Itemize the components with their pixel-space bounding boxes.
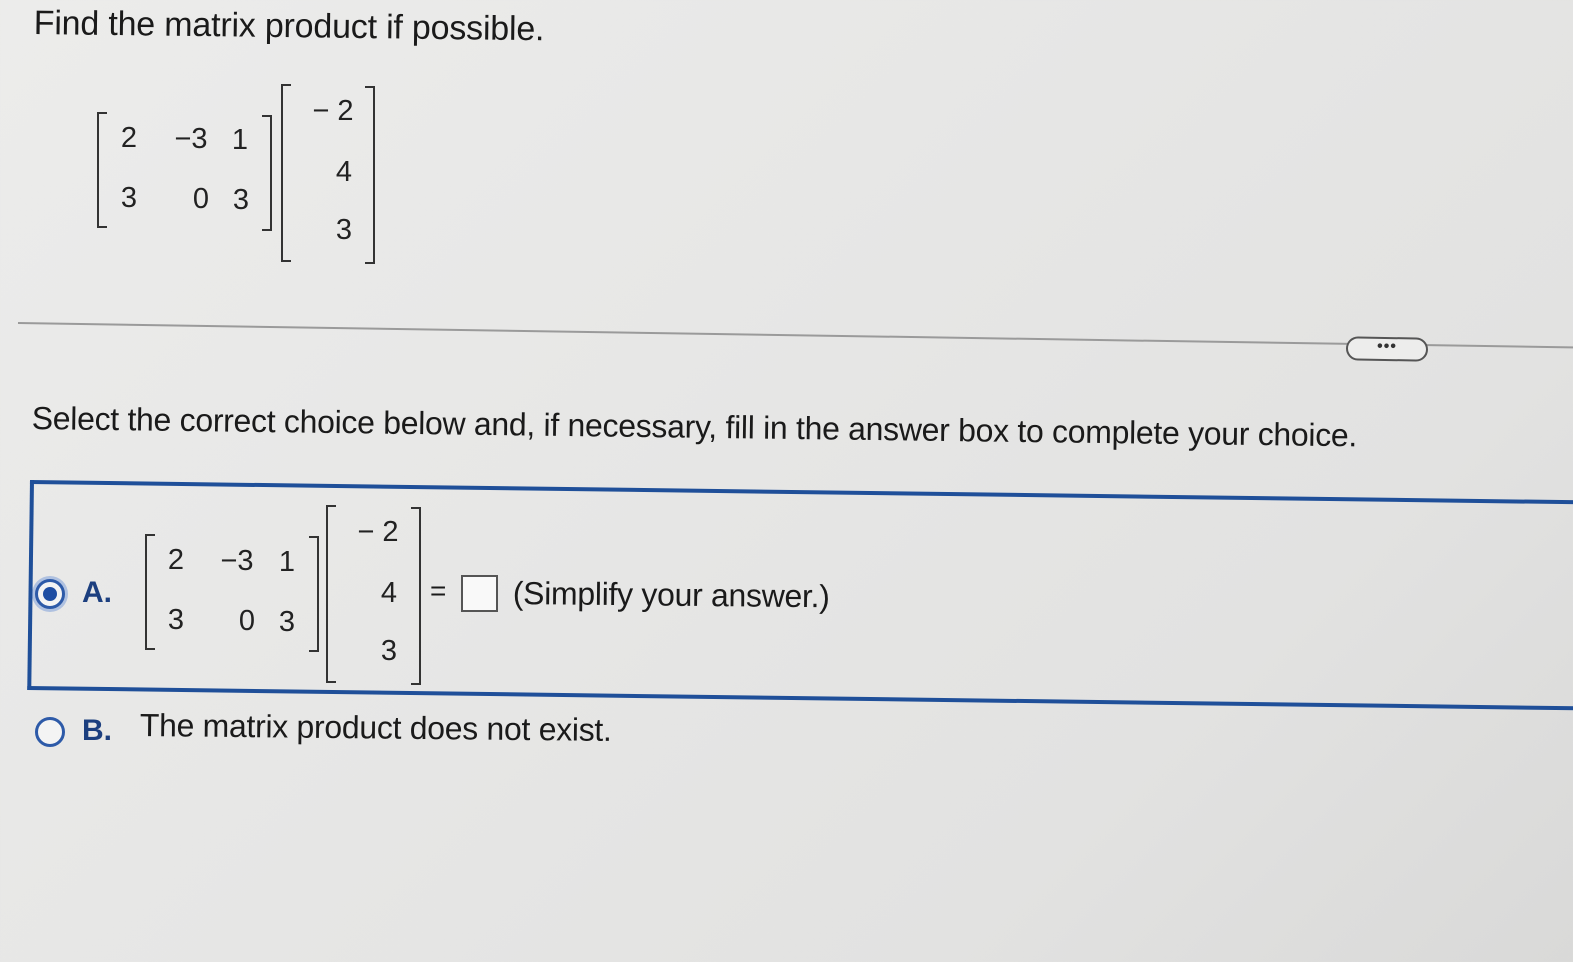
section-divider xyxy=(17,322,1573,349)
answer-input-box[interactable] xyxy=(461,575,498,612)
matrix-a-cell: 0 xyxy=(192,183,210,215)
matrix-b-left-bracket xyxy=(281,84,291,262)
matrix-b-right-bracket xyxy=(365,86,375,264)
choice-matrix-a-cell: −3 xyxy=(220,545,254,577)
matrix-a-left-bracket xyxy=(97,112,107,228)
choice-matrix-a-cell: 1 xyxy=(278,546,296,578)
matrix-a-cell: 3 xyxy=(232,184,250,216)
choice-matrix-a-left-bracket xyxy=(145,534,155,650)
choice-matrix-b-cell: 3 xyxy=(380,635,398,667)
equals-sign: = xyxy=(430,575,447,606)
choice-a-letter[interactable]: A. xyxy=(82,576,112,610)
choice-matrix-b-left-bracket xyxy=(326,505,336,683)
choice-a-radio[interactable] xyxy=(35,579,65,609)
matrix-b-cell: 3 xyxy=(335,214,353,246)
choice-matrix-b-right-bracket xyxy=(411,507,421,685)
matrix-b-cell: − 2 xyxy=(312,95,354,127)
choice-matrix-b-cell: 4 xyxy=(380,577,398,609)
matrix-a-cell: 1 xyxy=(231,124,249,156)
simplify-hint: (Simplify your answer.) xyxy=(512,575,830,615)
choice-matrix-a-cell: 3 xyxy=(278,606,296,638)
choice-b-text[interactable]: The matrix product does not exist. xyxy=(140,707,612,749)
matrix-b-cell: 4 xyxy=(335,156,353,188)
choice-matrix-a-cell: 0 xyxy=(238,605,256,637)
choice-matrix-a-cell: 3 xyxy=(167,604,185,636)
matrix-a-cell: 2 xyxy=(120,122,138,154)
matrix-a-cell: −3 xyxy=(174,123,208,155)
matrix-a-cell: 3 xyxy=(120,182,138,214)
choice-matrix-b-cell: − 2 xyxy=(357,516,399,548)
choice-b-letter[interactable]: B. xyxy=(82,714,112,748)
question-prompt: Find the matrix product if possible. xyxy=(33,4,545,49)
choice-matrix-a-right-bracket xyxy=(309,536,319,652)
choice-matrix-a-cell: 2 xyxy=(167,544,185,576)
matrix-a-right-bracket xyxy=(262,115,272,231)
more-options-button[interactable]: ••• xyxy=(1345,336,1429,362)
instruction-text: Select the correct choice below and, if … xyxy=(31,400,1358,454)
choice-b-radio[interactable] xyxy=(35,717,65,747)
